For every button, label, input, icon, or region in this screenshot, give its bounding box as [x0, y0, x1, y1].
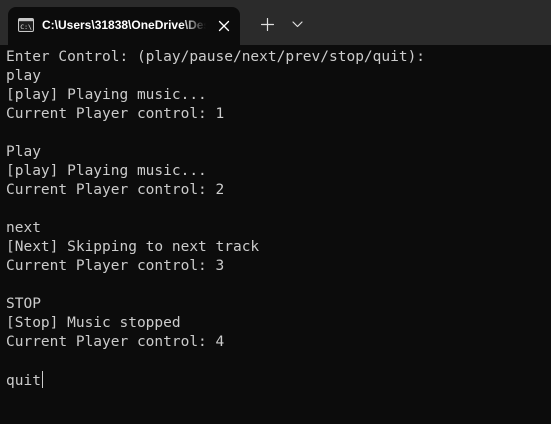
svg-text:C:\: C:\: [20, 23, 32, 31]
chevron-down-icon[interactable]: [285, 12, 309, 36]
output-line: Play: [6, 144, 41, 160]
terminal-output[interactable]: Enter Control: (play/pause/next/prev/sto…: [0, 45, 551, 424]
output-line: [play] Playing music...: [6, 87, 207, 103]
title-bar: C:\ C:\Users\31838\OneDrive\Desktop: [0, 0, 551, 45]
output-line: Current Player control: 2: [6, 182, 225, 198]
terminal-window: C:\ C:\Users\31838\OneDrive\Desktop Ente…: [0, 0, 551, 424]
input-text: quit: [6, 373, 41, 389]
plus-icon[interactable]: [253, 12, 281, 36]
close-icon[interactable]: [213, 15, 235, 37]
terminal-icon: C:\: [18, 17, 34, 33]
output-line: [play] Playing music...: [6, 163, 207, 179]
output-line: play: [6, 68, 41, 84]
output-line: [Stop] Music stopped: [6, 315, 181, 331]
output-line: Current Player control: 4: [6, 334, 225, 350]
input-line[interactable]: quit: [6, 371, 546, 390]
tab-title: C:\Users\31838\OneDrive\Desktop: [42, 18, 206, 32]
output-line: Current Player control: 1: [6, 106, 225, 122]
output-line: [Next] Skipping to next track: [6, 239, 260, 255]
output-line: next: [6, 220, 41, 236]
text-cursor: [41, 371, 43, 388]
tab-command-prompt[interactable]: C:\ C:\Users\31838\OneDrive\Desktop: [8, 7, 240, 45]
output-line: Current Player control: 3: [6, 258, 225, 274]
output-line: STOP: [6, 296, 41, 312]
output-line: Enter Control: (play/pause/next/prev/sto…: [6, 49, 426, 65]
